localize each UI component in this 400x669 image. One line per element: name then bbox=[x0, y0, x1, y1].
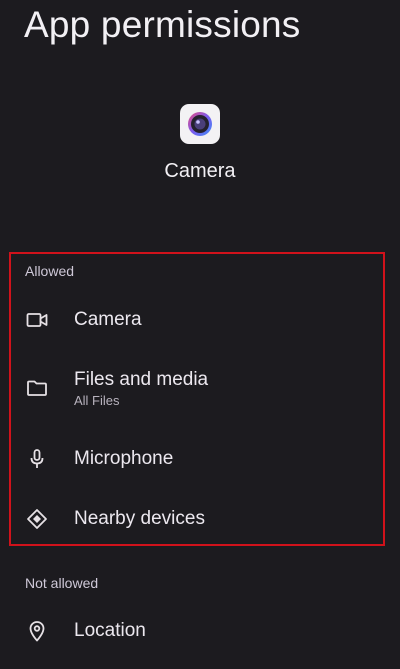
permission-label: Nearby devices bbox=[74, 508, 205, 529]
location-icon bbox=[24, 618, 50, 644]
folder-icon bbox=[24, 375, 50, 401]
permission-item-location[interactable]: Location bbox=[0, 603, 400, 659]
permission-label: Camera bbox=[74, 309, 142, 330]
page-title: App permissions bbox=[24, 4, 301, 45]
camera-app-icon bbox=[180, 104, 220, 144]
permission-item-files-and-media[interactable]: Files and media All Files bbox=[0, 360, 400, 416]
section-header-allowed: Allowed bbox=[25, 263, 75, 279]
permission-label: Microphone bbox=[74, 448, 174, 469]
microphone-icon bbox=[24, 446, 50, 472]
section-header-not-allowed: Not allowed bbox=[25, 575, 99, 591]
permission-item-microphone[interactable]: Microphone bbox=[0, 431, 400, 487]
app-name: Camera bbox=[164, 160, 236, 182]
videocam-icon bbox=[24, 307, 50, 333]
permission-sublabel: All Files bbox=[74, 392, 120, 408]
permission-item-camera[interactable]: Camera bbox=[0, 292, 400, 348]
nearby-devices-icon bbox=[24, 506, 50, 532]
permission-label: Location bbox=[74, 620, 146, 641]
permission-item-nearby-devices[interactable]: Nearby devices bbox=[0, 491, 400, 547]
permission-label: Files and media bbox=[74, 368, 209, 390]
